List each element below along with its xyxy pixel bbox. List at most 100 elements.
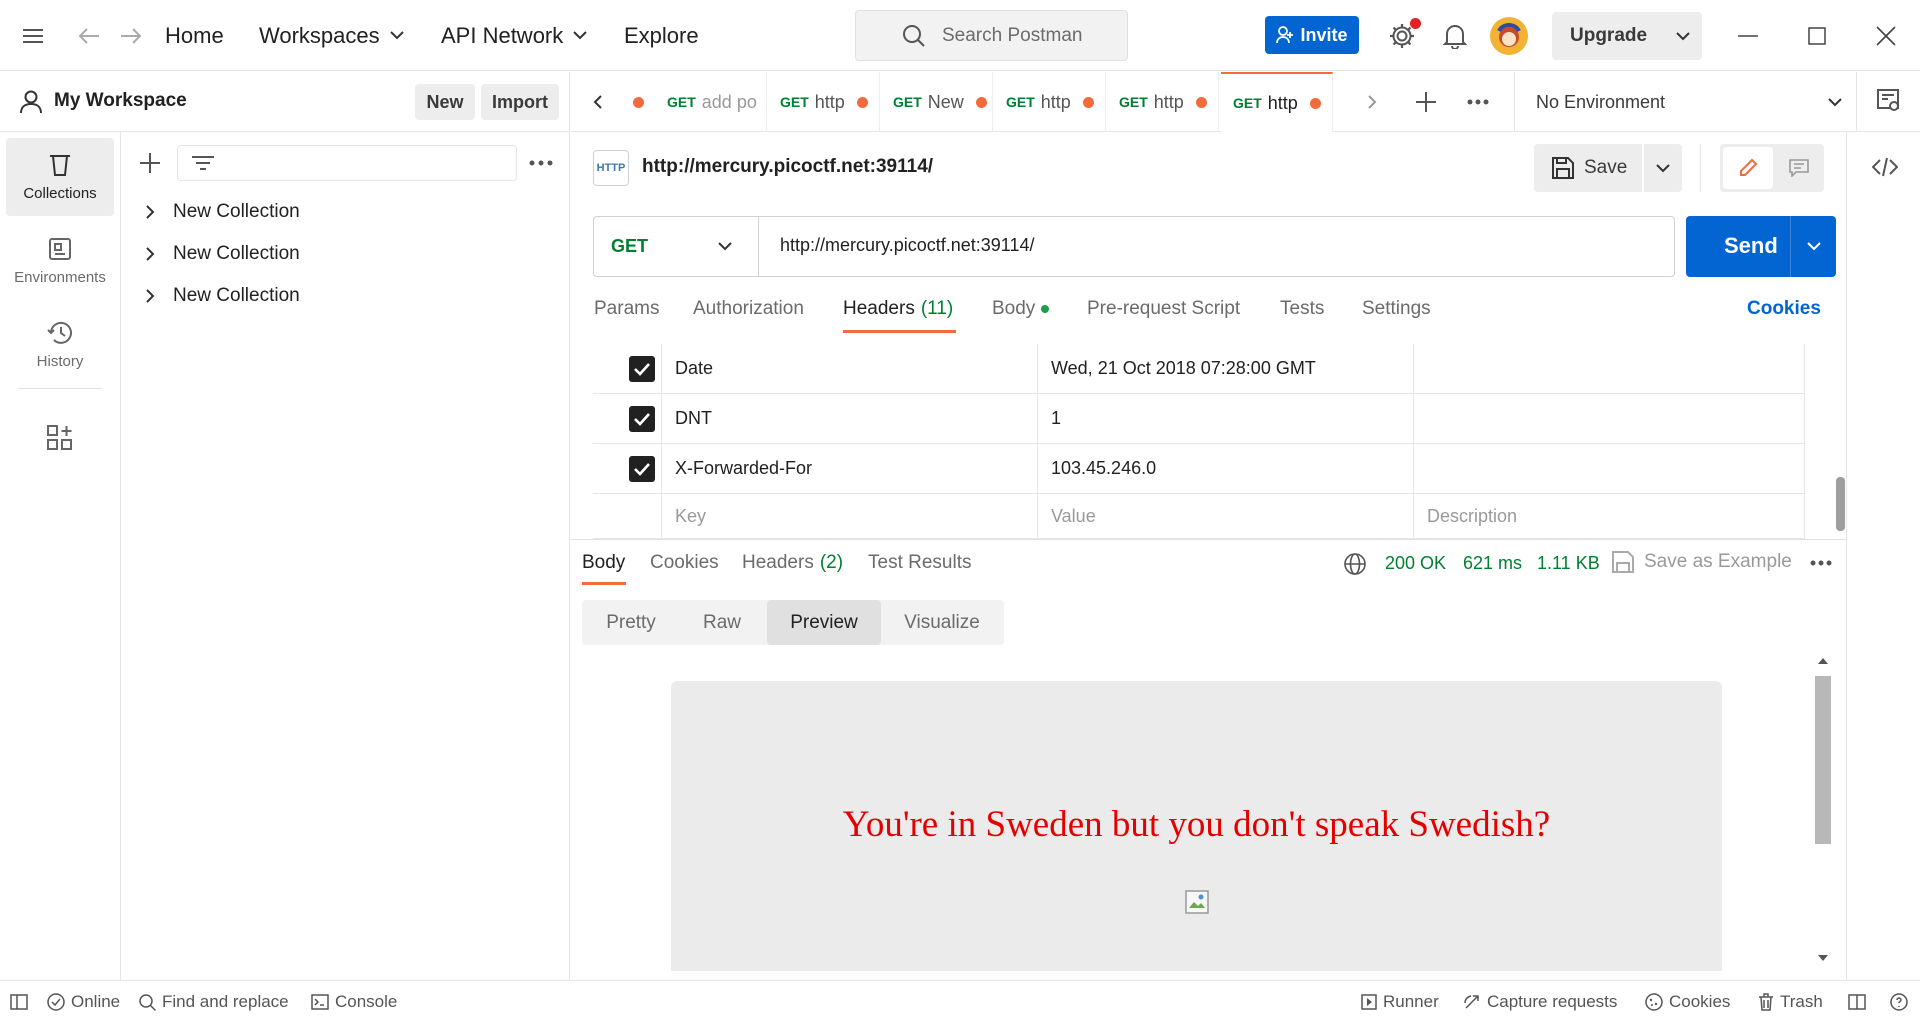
new-button[interactable]: New — [415, 84, 475, 120]
request-tab[interactable]: GET http — [994, 72, 1106, 132]
invite-button[interactable]: Invite — [1265, 16, 1359, 54]
header-checkbox[interactable] — [629, 356, 655, 382]
plus-icon[interactable] — [140, 153, 160, 173]
cookies-button[interactable]: Cookies — [1645, 981, 1730, 1023]
header-value[interactable]: 1 — [1037, 394, 1413, 443]
comment-mode-button[interactable] — [1776, 147, 1822, 189]
edit-mode-button[interactable] — [1723, 147, 1773, 189]
request-tab-active[interactable]: GET http — [1221, 72, 1333, 132]
tab-tests[interactable]: Tests — [1280, 298, 1324, 320]
url-input[interactable]: http://mercury.picoctf.net:39114/ — [780, 235, 1034, 256]
upgrade-button[interactable]: Upgrade — [1552, 12, 1702, 60]
view-visualize[interactable]: Visualize — [881, 600, 1003, 645]
request-scrollbar[interactable] — [1836, 477, 1845, 531]
header-checkbox[interactable] — [629, 406, 655, 432]
find-replace-button[interactable]: Find and replace — [139, 981, 289, 1023]
description-placeholder[interactable]: Description — [1413, 494, 1805, 539]
value-placeholder[interactable]: Value — [1037, 494, 1413, 539]
header-key[interactable]: X-Forwarded-For — [661, 444, 1037, 493]
request-tab[interactable]: GET New — [881, 72, 993, 132]
view-preview[interactable]: Preview — [767, 600, 881, 645]
menu-icon[interactable] — [22, 0, 44, 71]
add-apps-icon[interactable] — [47, 425, 73, 451]
request-tab[interactable]: GET http — [768, 72, 880, 132]
tab-authorization[interactable]: Authorization — [693, 298, 804, 320]
code-icon[interactable] — [1872, 157, 1898, 177]
scrollbar-thumb[interactable] — [1815, 676, 1831, 844]
collection-item[interactable]: New Collection — [146, 194, 300, 230]
import-button[interactable]: Import — [481, 84, 559, 120]
close-icon[interactable] — [1876, 0, 1896, 71]
chevron-left-icon[interactable] — [593, 95, 602, 109]
new-tab-plus-icon[interactable] — [1416, 92, 1436, 112]
nav-api-network[interactable]: API Network — [441, 0, 587, 71]
nav-home[interactable]: Home — [165, 0, 224, 71]
view-pretty[interactable]: Pretty — [582, 600, 680, 645]
response-time[interactable]: 621 ms — [1463, 553, 1522, 574]
tab-body[interactable]: Body — [992, 298, 1050, 320]
tab-params[interactable]: Params — [594, 298, 659, 320]
key-placeholder[interactable]: Key — [661, 494, 1037, 539]
maximize-icon[interactable] — [1808, 0, 1826, 71]
header-description[interactable] — [1413, 394, 1805, 443]
console-button[interactable]: Console — [311, 981, 397, 1023]
header-checkbox[interactable] — [629, 456, 655, 482]
header-key[interactable]: Date — [661, 344, 1037, 393]
more-options-icon[interactable] — [529, 160, 553, 166]
rail-collections[interactable]: Collections — [6, 138, 114, 216]
save-button[interactable]: Save — [1534, 144, 1642, 192]
scroll-down-arrow-icon[interactable] — [1818, 955, 1828, 962]
tab-headers[interactable]: Headers (11) — [843, 298, 953, 320]
rail-history[interactable]: History — [6, 306, 114, 384]
capture-requests-button[interactable]: Capture requests — [1463, 981, 1617, 1023]
tab-pre-request-script[interactable]: Pre-request Script — [1087, 298, 1240, 320]
header-description[interactable] — [1413, 344, 1805, 393]
nav-workspaces[interactable]: Workspaces — [259, 0, 404, 71]
forward-arrow-icon[interactable] — [120, 0, 142, 71]
request-tab[interactable]: GET http — [1107, 72, 1219, 132]
response-size[interactable]: 1.11 KB — [1537, 553, 1600, 574]
cookies-link[interactable]: Cookies — [1747, 298, 1821, 320]
send-button[interactable]: Send — [1686, 216, 1836, 277]
header-description[interactable] — [1413, 444, 1805, 493]
request-tab[interactable]: GET add po — [655, 72, 767, 132]
chevron-right-icon[interactable] — [1368, 95, 1377, 109]
online-status[interactable]: Online — [47, 981, 120, 1023]
runner-button[interactable]: Runner — [1361, 981, 1439, 1023]
preview-scrollbar[interactable] — [1813, 654, 1833, 970]
minimize-icon[interactable] — [1738, 0, 1758, 71]
collection-item[interactable]: New Collection — [146, 236, 300, 272]
response-tab-headers[interactable]: Headers (2) — [742, 552, 843, 574]
trash-button[interactable]: Trash — [1758, 981, 1823, 1023]
scroll-up-arrow-icon[interactable] — [1818, 657, 1828, 664]
tabs-more-icon[interactable] — [1467, 99, 1489, 105]
help-icon[interactable] — [1890, 981, 1908, 1023]
environment-selector[interactable]: No Environment — [1516, 72, 1856, 132]
save-options-button[interactable] — [1644, 144, 1682, 192]
globe-icon[interactable] — [1344, 553, 1366, 575]
filter-input[interactable] — [177, 145, 517, 181]
pane-divider[interactable] — [571, 539, 1846, 540]
header-key[interactable]: DNT — [661, 394, 1037, 443]
response-tab-test-results[interactable]: Test Results — [868, 552, 971, 574]
nav-explore[interactable]: Explore — [624, 0, 699, 71]
search-input[interactable]: Search Postman — [855, 10, 1128, 61]
toggle-sidebar-icon[interactable] — [10, 981, 28, 1023]
response-tab-body[interactable]: Body — [582, 552, 625, 574]
response-status[interactable]: 200 OK — [1385, 553, 1446, 574]
environment-quick-look-icon[interactable] — [1877, 89, 1901, 113]
request-title[interactable]: http://mercury.picoctf.net:39114/ — [642, 156, 933, 178]
avatar[interactable] — [1490, 0, 1528, 71]
back-arrow-icon[interactable] — [78, 0, 100, 71]
response-tab-cookies[interactable]: Cookies — [650, 552, 719, 574]
rail-environments[interactable]: Environments — [6, 222, 114, 300]
response-more-icon[interactable] — [1810, 560, 1832, 566]
tab-settings[interactable]: Settings — [1362, 298, 1431, 320]
header-value[interactable]: Wed, 21 Oct 2018 07:28:00 GMT — [1037, 344, 1413, 393]
save-as-example-button[interactable]: Save as Example — [1612, 551, 1792, 573]
two-pane-icon[interactable] — [1848, 981, 1866, 1023]
header-value[interactable]: 103.45.246.0 — [1037, 444, 1413, 493]
method-select[interactable]: GET — [594, 217, 759, 276]
view-raw[interactable]: Raw — [680, 600, 764, 645]
bell-icon[interactable] — [1443, 0, 1467, 71]
